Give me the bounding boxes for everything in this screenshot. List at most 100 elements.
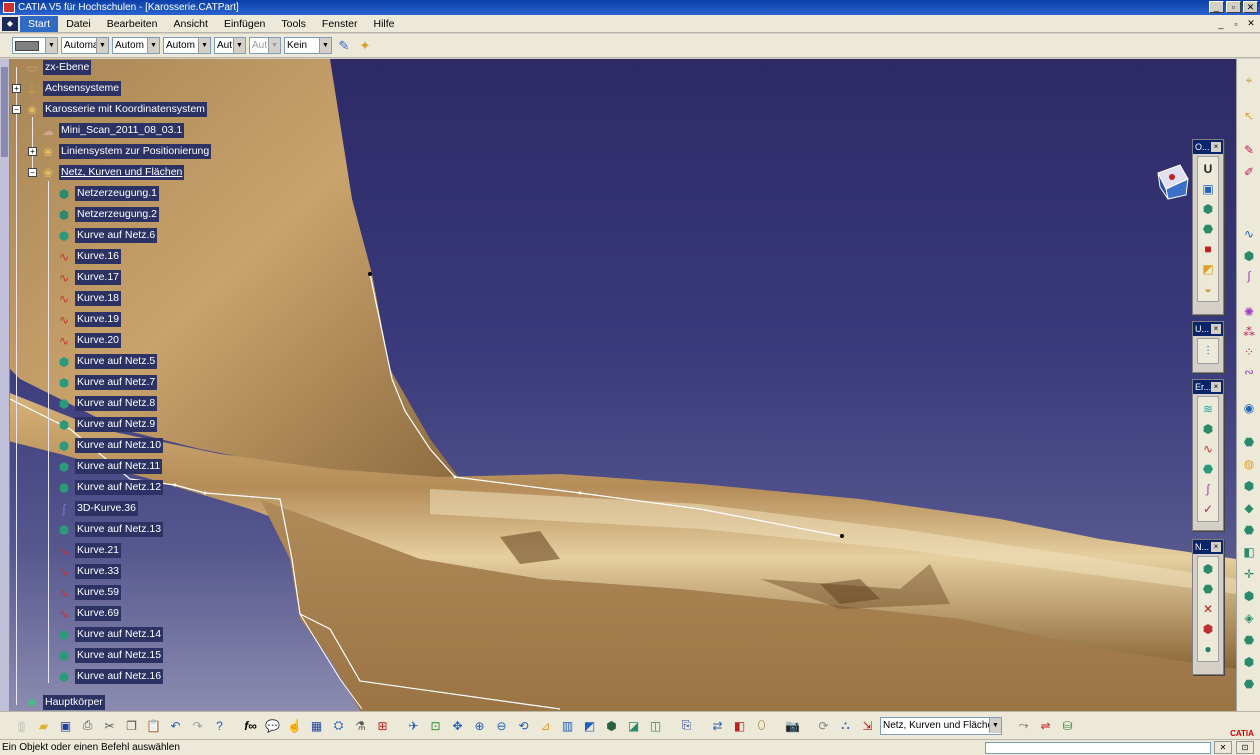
swap-space-icon[interactable]: ◫ [646, 716, 665, 735]
properties-painter-icon[interactable]: ✦ [356, 37, 374, 55]
expand-toggle[interactable]: + [12, 84, 21, 93]
close-icon[interactable]: × [1211, 142, 1221, 152]
tree-node[interactable]: ⬢ Kurve auf Netz.12 [56, 479, 164, 496]
menu-einfuegen[interactable]: Einfügen [216, 16, 273, 32]
catalog-icon[interactable]: ⛭ [329, 716, 348, 735]
tree-node[interactable]: ⬢ Kurve auf Netz.9 [56, 416, 158, 433]
extrude-icon[interactable]: ◍ [1240, 455, 1258, 473]
tree-node[interactable]: ▭ zx-Ebene [24, 59, 92, 76]
delete-icon[interactable]: ✕ [1199, 599, 1217, 619]
command-input[interactable] [985, 742, 1211, 754]
tree-node[interactable]: ⬢ Kurve auf Netz.8 [56, 395, 158, 412]
flip-icon[interactable]: ⇌ [1036, 716, 1055, 735]
tree-node[interactable]: ❀ Karosserie mit Koordinatensystem [24, 101, 207, 118]
hand-icon[interactable]: ☝ [285, 716, 304, 735]
join-icon[interactable]: ⬣ [1240, 521, 1258, 539]
menu-hilfe[interactable]: Hilfe [366, 16, 403, 32]
sketch-icon[interactable]: ✓ [1199, 499, 1217, 519]
multi-view-icon[interactable]: ▥ [558, 716, 577, 735]
mesh-icon[interactable]: ⬢ [1240, 247, 1258, 265]
cut-icon[interactable]: ✂ [100, 716, 119, 735]
minimize-button[interactable]: _ [1209, 1, 1224, 13]
undo-icon[interactable]: ↶ [166, 716, 185, 735]
tree-node[interactable]: ⬢ Kurve auf Netz.15 [56, 647, 164, 664]
extract-icon[interactable]: ⬢ [1240, 587, 1258, 605]
hierarchy-icon[interactable]: ⛬ [836, 716, 855, 735]
tree-node[interactable]: ∫ 3D-Kurve.36 [56, 500, 138, 517]
reframe-icon[interactable]: ⤳ [1014, 716, 1033, 735]
color-combo[interactable]: ▼ [12, 37, 58, 54]
curve-tool-icon[interactable]: ∾ [1240, 363, 1258, 381]
mesh-cut-icon[interactable]: ⬢ [1199, 419, 1217, 439]
power-input-icon[interactable]: ⊡ [1236, 741, 1254, 754]
copy-icon[interactable]: ❐ [122, 716, 141, 735]
stop-icon[interactable]: ✕ [1214, 741, 1232, 754]
scan-tool-icon[interactable]: ⇄ [708, 716, 727, 735]
doc-restore-button[interactable]: ▫ [1229, 17, 1243, 30]
collapse-toggle[interactable]: − [12, 105, 21, 114]
save-icon[interactable]: ▣ [56, 716, 75, 735]
curve-network-icon[interactable]: ≋ [1199, 399, 1217, 419]
tree-node[interactable]: ⬢ Kurve auf Netz.13 [56, 521, 164, 538]
menu-start[interactable]: Start [20, 15, 59, 32]
color-map-icon[interactable]: ■ [1199, 239, 1217, 259]
tree-tool-icon[interactable]: ◧ [730, 716, 749, 735]
surface-blend-icon[interactable]: ⬣ [1199, 579, 1217, 599]
point-cloud-icon[interactable]: ⁂ [1240, 323, 1258, 341]
tree-node[interactable]: ⬢ Kurve auf Netz.16 [56, 668, 164, 685]
fit-all-icon[interactable]: ⊡ [426, 716, 445, 735]
doc-close-button[interactable]: ✕ [1244, 17, 1258, 30]
tree-node[interactable]: ⬢ Netzerzeugung.1 [56, 185, 159, 202]
fill-icon[interactable]: ⬢ [1240, 477, 1258, 495]
line-type-combo[interactable]: Autom ▼ [163, 37, 211, 54]
pan-icon[interactable]: ✥ [448, 716, 467, 735]
close-icon[interactable]: × [1211, 324, 1221, 334]
tree-node[interactable]: ∿ Kurve.18 [56, 290, 122, 307]
measure-icon[interactable]: ⚗ [351, 716, 370, 735]
maximize-button[interactable]: ▫ [1226, 1, 1241, 13]
tree-node[interactable]: ∿ Kurve.59 [56, 584, 122, 601]
translate-icon[interactable]: ⬢ [1240, 653, 1258, 671]
menu-tools[interactable]: Tools [273, 16, 314, 32]
camera-icon[interactable]: 📷 [783, 716, 802, 735]
sweep-icon[interactable]: ◉ [1240, 399, 1258, 417]
trim-icon[interactable]: ✛ [1240, 565, 1258, 583]
menu-fenster[interactable]: Fenster [314, 16, 366, 32]
mesh-icon[interactable]: ⬢ [1199, 199, 1217, 219]
tree-node[interactable]: ⬢ Kurve auf Netz.10 [56, 437, 164, 454]
tree-node[interactable]: ⬢ Kurve auf Netz.5 [56, 353, 158, 370]
rendering-combo[interactable]: Aut ▼ [249, 37, 281, 54]
sphere-icon[interactable]: ● [1199, 639, 1217, 659]
pointer-icon[interactable]: ↖ [1240, 107, 1258, 125]
tree-node[interactable]: ❀ Liniensystem zur Positionierung [40, 143, 212, 160]
curve-project-icon[interactable]: ∫ [1199, 479, 1217, 499]
graph-icon[interactable]: ⫶ [1199, 341, 1217, 361]
sketch-icon[interactable]: ✎ [1240, 141, 1258, 159]
split-icon[interactable]: ◧ [1240, 543, 1258, 561]
menu-ansicht[interactable]: Ansicht [166, 16, 216, 32]
whats-this-icon[interactable]: ? [210, 716, 229, 735]
net-icon[interactable]: ✺ [1240, 303, 1258, 321]
tree-node[interactable]: ⬢ Netzerzeugung.2 [56, 206, 159, 223]
curve-edit-icon[interactable]: ∿ [1199, 439, 1217, 459]
tree-node[interactable]: ∿ Kurve.20 [56, 332, 122, 349]
spline-icon[interactable]: ∿ [1240, 225, 1258, 243]
doc-minimize-button[interactable]: _ [1214, 17, 1228, 30]
sketch-alt-icon[interactable]: ✐ [1240, 163, 1258, 181]
part-icon[interactable]: ⬯ [752, 716, 771, 735]
tree-node[interactable]: ⬢ Kurve auf Netz.14 [56, 626, 164, 643]
blend-icon[interactable]: ◆ [1240, 499, 1258, 517]
select-icon[interactable]: ⌖ [1240, 71, 1258, 89]
close-icon[interactable]: × [1211, 542, 1221, 552]
paste-icon[interactable]: 📋 [144, 716, 163, 735]
tree-node[interactable]: ∿ Kurve.17 [56, 269, 122, 286]
print-icon[interactable]: ⎙ [78, 716, 97, 735]
comment-icon[interactable]: 💬 [263, 716, 282, 735]
curve-icon[interactable]: ∫ [1240, 267, 1258, 285]
tree-scrollbar[interactable] [0, 59, 10, 711]
tree-node[interactable]: ⊥ Achsensysteme [24, 80, 122, 97]
line-thickness-combo[interactable]: Autom ▼ [112, 37, 160, 54]
tree-node[interactable]: ☁ Mini_Scan_2011_08_03.1 [40, 122, 185, 139]
mesh-cleaner-icon[interactable]: ⬣ [1199, 219, 1217, 239]
hide-show-icon[interactable]: ◪ [624, 716, 643, 735]
